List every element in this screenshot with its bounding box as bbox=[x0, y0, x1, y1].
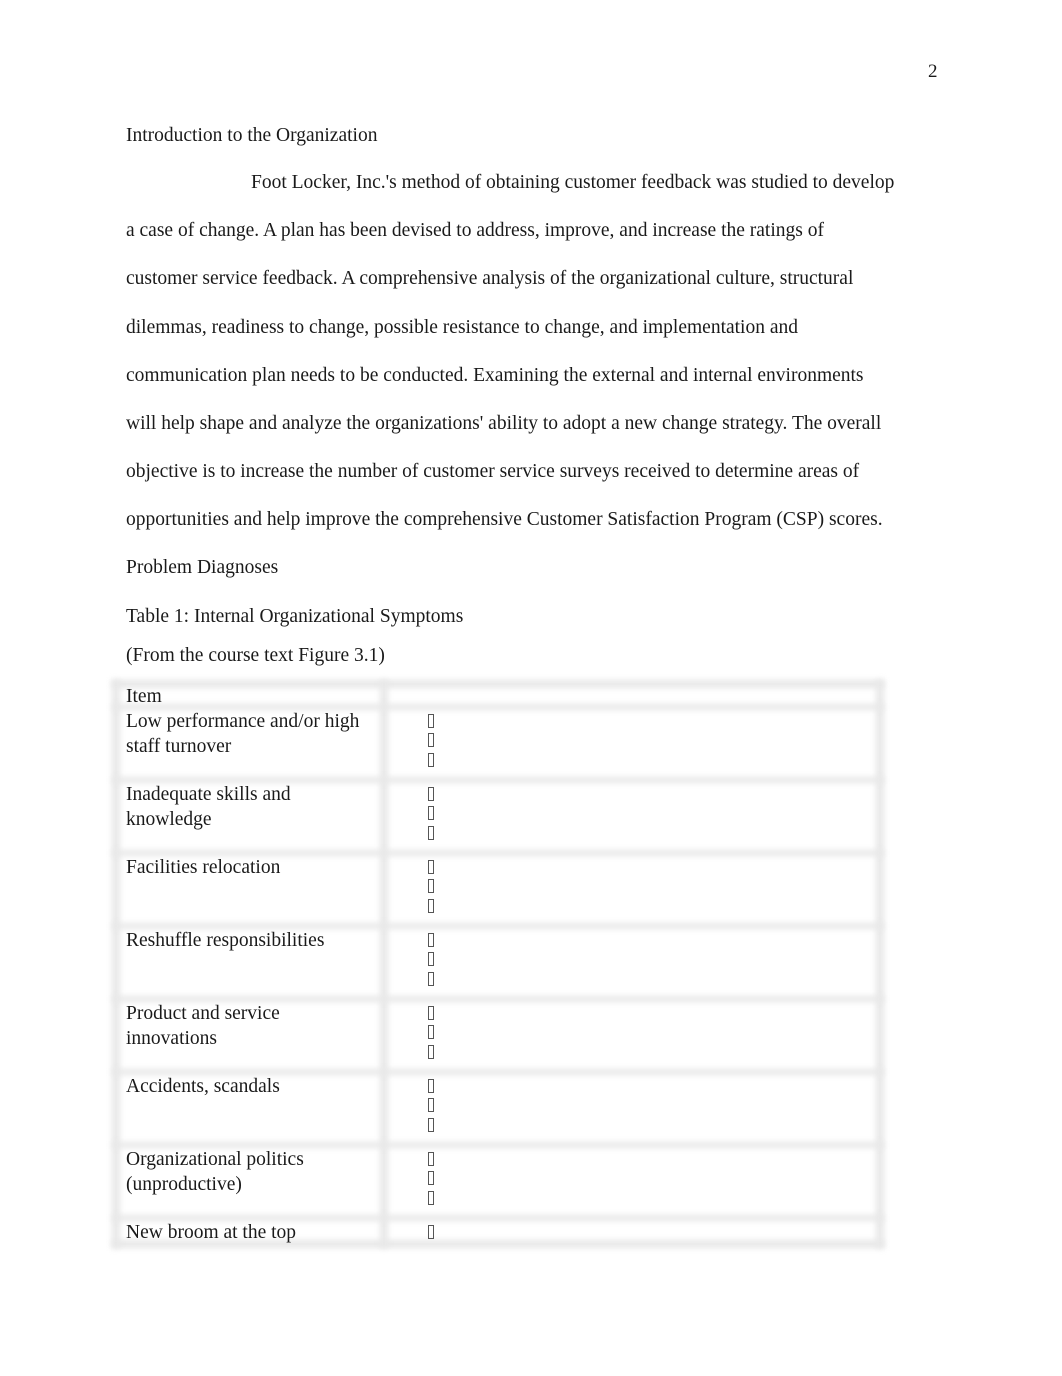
table-cell-details bbox=[428, 1220, 434, 1244]
missing-glyph-bullet-icon bbox=[428, 1079, 434, 1093]
missing-glyph-bullet-icon bbox=[428, 1171, 434, 1186]
missing-glyph-bullet-icon bbox=[428, 733, 434, 748]
missing-glyph-bullet-icon bbox=[428, 1006, 434, 1020]
missing-glyph-bullet-icon bbox=[428, 933, 434, 947]
missing-glyph-bullet-icon bbox=[428, 860, 434, 874]
paragraph-line: dilemmas, readiness to change, possible … bbox=[126, 317, 799, 338]
symptoms-table: Item Low performance and/or high staff t… bbox=[112, 680, 884, 1248]
missing-glyph-bullet-icon bbox=[428, 825, 434, 840]
table-cell-details bbox=[428, 855, 434, 918]
table-cell-item: Low performance and/or high staff turnov… bbox=[126, 711, 360, 757]
paragraph-line: objective is to increase the number of c… bbox=[126, 461, 860, 482]
paragraph-line: a case of change. A plan has been devise… bbox=[126, 220, 824, 241]
missing-glyph-bullet-icon bbox=[428, 1098, 434, 1113]
table-cell-item: Product and service innovations bbox=[126, 1003, 280, 1049]
table-border-right bbox=[876, 680, 884, 1248]
paragraph-line: opportunities and help improve the compr… bbox=[126, 509, 883, 530]
paragraph-line: will help shape and analyze the organiza… bbox=[126, 413, 882, 434]
table-cell-item: Inadequate skills and knowledge bbox=[126, 784, 291, 830]
table-cell-item: New broom at the top bbox=[126, 1222, 297, 1243]
missing-glyph-bullet-icon bbox=[428, 1152, 434, 1166]
missing-glyph-bullet-icon bbox=[428, 1025, 434, 1040]
missing-glyph-bullet-icon bbox=[428, 898, 434, 913]
missing-glyph-bullet-icon bbox=[428, 806, 434, 821]
table-cell-details bbox=[428, 1074, 434, 1137]
section-heading-introduction: Introduction to the Organization bbox=[126, 125, 378, 146]
missing-glyph-bullet-icon bbox=[428, 952, 434, 967]
missing-glyph-bullet-icon bbox=[428, 1190, 434, 1205]
table-cell-details bbox=[428, 782, 434, 845]
missing-glyph-bullet-icon bbox=[428, 879, 434, 894]
table-cell-item: Reshuffle responsibilities bbox=[126, 930, 325, 951]
missing-glyph-bullet-icon bbox=[428, 1225, 434, 1239]
table-cell-item: Facilities relocation bbox=[126, 857, 281, 878]
missing-glyph-bullet-icon bbox=[428, 787, 434, 801]
table-cell-details bbox=[428, 928, 434, 991]
missing-glyph-bullet-icon bbox=[428, 971, 434, 986]
paragraph-line: customer service feedback. A comprehensi… bbox=[126, 268, 854, 289]
table-cell-details bbox=[428, 1001, 434, 1064]
missing-glyph-bullet-icon bbox=[428, 752, 434, 767]
table-border-top bbox=[112, 680, 884, 688]
missing-glyph-bullet-icon bbox=[428, 1044, 434, 1059]
table-header-item: Item bbox=[126, 686, 162, 707]
table-cell-item: Organizational politics (unproductive) bbox=[126, 1149, 304, 1195]
missing-glyph-bullet-icon bbox=[428, 1117, 434, 1132]
table-border-left bbox=[112, 680, 120, 1248]
paragraph-line: Foot Locker, Inc.'s method of obtaining … bbox=[251, 172, 895, 193]
table-caption: Table 1: Internal Organizational Symptom… bbox=[126, 606, 464, 627]
table-cell-details bbox=[428, 709, 434, 772]
paragraph-line: communication plan needs to be conducted… bbox=[126, 365, 864, 386]
missing-glyph-bullet-icon bbox=[428, 714, 434, 728]
table-cell-details bbox=[428, 1147, 434, 1210]
table-cell-item: Accidents, scandals bbox=[126, 1076, 280, 1097]
table-column-divider bbox=[380, 680, 388, 1248]
section-heading-problem-diagnoses: Problem Diagnoses bbox=[126, 557, 279, 578]
table-source-note: (From the course text Figure 3.1) bbox=[126, 645, 385, 666]
page-number: 2 bbox=[928, 61, 938, 82]
